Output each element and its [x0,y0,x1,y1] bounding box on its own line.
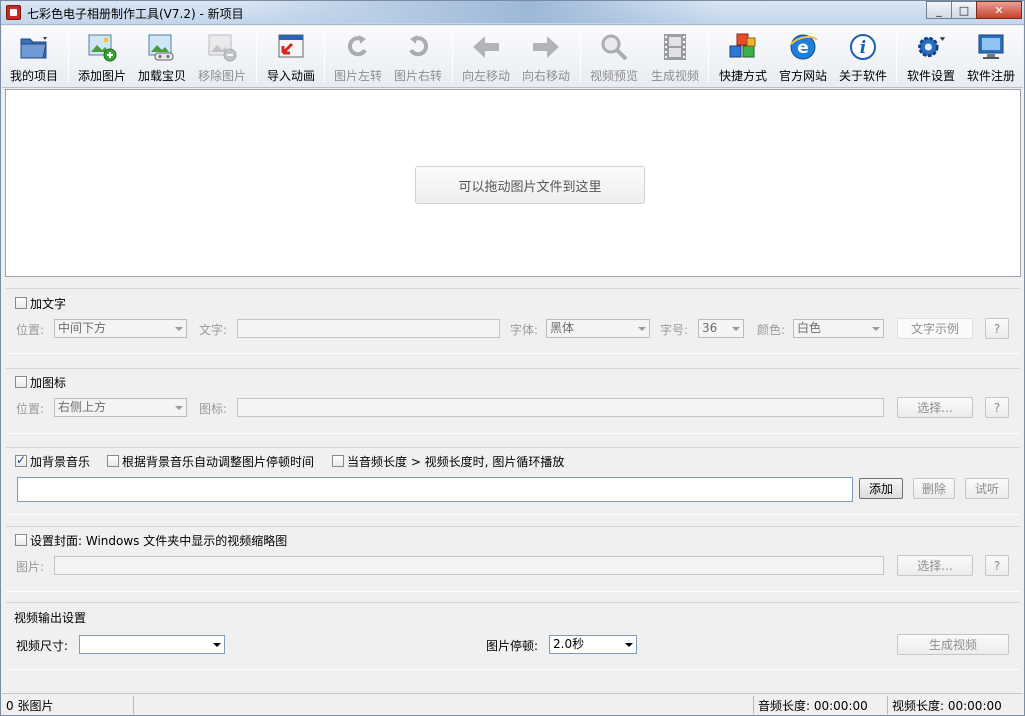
music-listen-button[interactable]: 试听 [965,478,1009,499]
video-size-label: 视频尺寸: [16,639,69,653]
window-controls: _ □ ✕ [926,1,1022,19]
icon-help-button[interactable]: ? [985,397,1009,418]
toolbar: 我的项目 添加图片 加载宝贝 移除图片 导入动画 图片左转 图片右转 向左移动 … [2,26,1023,88]
move-right-button[interactable]: 向右移动 [519,26,573,86]
cubes-icon [728,32,758,62]
main-window: 七彩色电子相册制作工具(V7.2) - 新项目 _ □ ✕ 我的项目 添加图片 [0,0,1025,716]
shortcut-button[interactable]: 快捷方式 [715,26,771,86]
text-position-select[interactable]: 中间下方 [54,319,187,338]
generate-video-button[interactable]: 生成视频 [897,634,1009,655]
set-cover-checkbox[interactable] [15,534,27,546]
font-select[interactable]: 黑体 [546,319,650,338]
title-bar-decoration [241,1,721,23]
app-icon [6,5,21,20]
add-icon-label: 加图标 [30,376,67,390]
cover-select-button[interactable]: 选择... [897,555,973,576]
folder-icon [19,32,49,62]
remove-picture-icon [207,32,237,62]
my-project-button[interactable]: 我的项目 [6,26,62,86]
magnifier-icon [599,32,629,62]
rotate-right-icon [403,32,433,62]
font-label: 字体: [510,323,539,337]
icon-file-input[interactable] [237,398,884,417]
settings-button[interactable]: 软件设置 [903,26,959,86]
arrow-right-icon [531,32,561,62]
text-help-button[interactable]: ? [985,318,1009,339]
video-preview-button[interactable]: 视频预览 [587,26,641,86]
monitor-icon [976,32,1006,62]
load-baby-button[interactable]: 加载宝贝 [135,26,189,86]
register-button[interactable]: 软件注册 [963,26,1019,86]
load-baby-icon [147,32,177,62]
color-select[interactable]: 白色 [793,319,884,338]
picture-pause-label: 图片停顿: [486,639,539,653]
cover-help-button[interactable]: ? [985,555,1009,576]
loop-label: 当音频长度 > 视频长度时, 图片循环播放 [347,455,565,469]
rotate-left-icon [343,32,373,62]
picture-count: 0 张图片 [6,699,54,713]
output-section-title: 视频输出设置 [14,611,87,625]
gear-icon [916,32,946,62]
audio-length: 音频长度: 00:00:00 [758,699,868,713]
checked-mark [15,453,27,467]
add-text-label: 加文字 [30,297,67,311]
color-label: 颜色: [757,323,786,337]
loop-checkbox[interactable] [332,455,344,467]
picture-drop-zone[interactable]: 可以拖动图片文件到这里 [5,89,1021,277]
rotate-right-button[interactable]: 图片右转 [391,26,445,86]
official-site-button[interactable]: e 官方网站 [775,26,831,86]
add-picture-icon [87,32,117,62]
auto-adjust-label: 根据背景音乐自动调整图片停顿时间 [122,455,315,469]
import-animation-button[interactable]: 导入动画 [263,26,319,86]
cover-picture-input[interactable] [54,556,884,575]
icon-select-button[interactable]: 选择... [897,397,973,418]
about-button[interactable]: i 关于软件 [835,26,891,86]
maximize-button[interactable]: □ [951,1,977,19]
add-text-checkbox[interactable] [15,297,27,309]
music-file-input[interactable] [17,477,853,502]
add-icon-checkbox[interactable] [15,376,27,388]
text-position-label: 位置: [16,323,45,337]
add-music-label: 加背景音乐 [30,455,91,469]
move-left-button[interactable]: 向左移动 [459,26,513,86]
remove-picture-button[interactable]: 移除图片 [195,26,249,86]
minimize-button[interactable]: _ [926,1,952,19]
generate-video-toolbar-button[interactable]: 生成视频 [647,26,703,86]
cover-picture-label: 图片: [16,560,45,574]
music-delete-button[interactable]: 删除 [913,478,955,499]
video-size-select[interactable] [79,635,225,654]
text-content-input[interactable] [237,319,500,338]
video-length: 视频长度: 00:00:00 [892,699,1002,713]
svg-text:e: e [797,38,809,58]
picture-pause-select[interactable]: 2.0秒 [549,635,637,654]
set-cover-label: 设置封面: Windows 文件夹中显示的视频缩略图 [30,534,288,548]
browser-e-icon: e [788,32,818,62]
add-picture-button[interactable]: 添加图片 [75,26,129,86]
title-bar: 七彩色电子相册制作工具(V7.2) - 新项目 _ □ ✕ [1,1,1024,25]
svg-text:i: i [860,38,866,58]
status-bar: 0 张图片 音频长度: 00:00:00 视频长度: 00:00:00 [2,693,1023,715]
arrow-left-icon [471,32,501,62]
add-music-checkbox[interactable] [15,453,27,467]
icon-position-select[interactable]: 右侧上方 [54,398,187,417]
import-animation-icon [276,32,306,62]
rotate-left-button[interactable]: 图片左转 [331,26,385,86]
icon-file-label: 图标: [199,402,228,416]
close-button[interactable]: ✕ [976,1,1022,19]
text-sample-button[interactable]: 文字示例 [897,318,973,339]
font-size-label: 字号: [660,323,689,337]
info-icon: i [848,32,878,62]
icon-position-label: 位置: [16,402,45,416]
window-title: 七彩色电子相册制作工具(V7.2) - 新项目 [27,7,244,21]
film-icon [660,32,690,62]
text-content-label: 文字: [199,323,228,337]
music-add-button[interactable]: 添加 [859,478,903,499]
font-size-select[interactable]: 36 [698,319,744,338]
auto-adjust-checkbox[interactable] [107,455,119,467]
drop-hint: 可以拖动图片文件到这里 [415,166,645,204]
